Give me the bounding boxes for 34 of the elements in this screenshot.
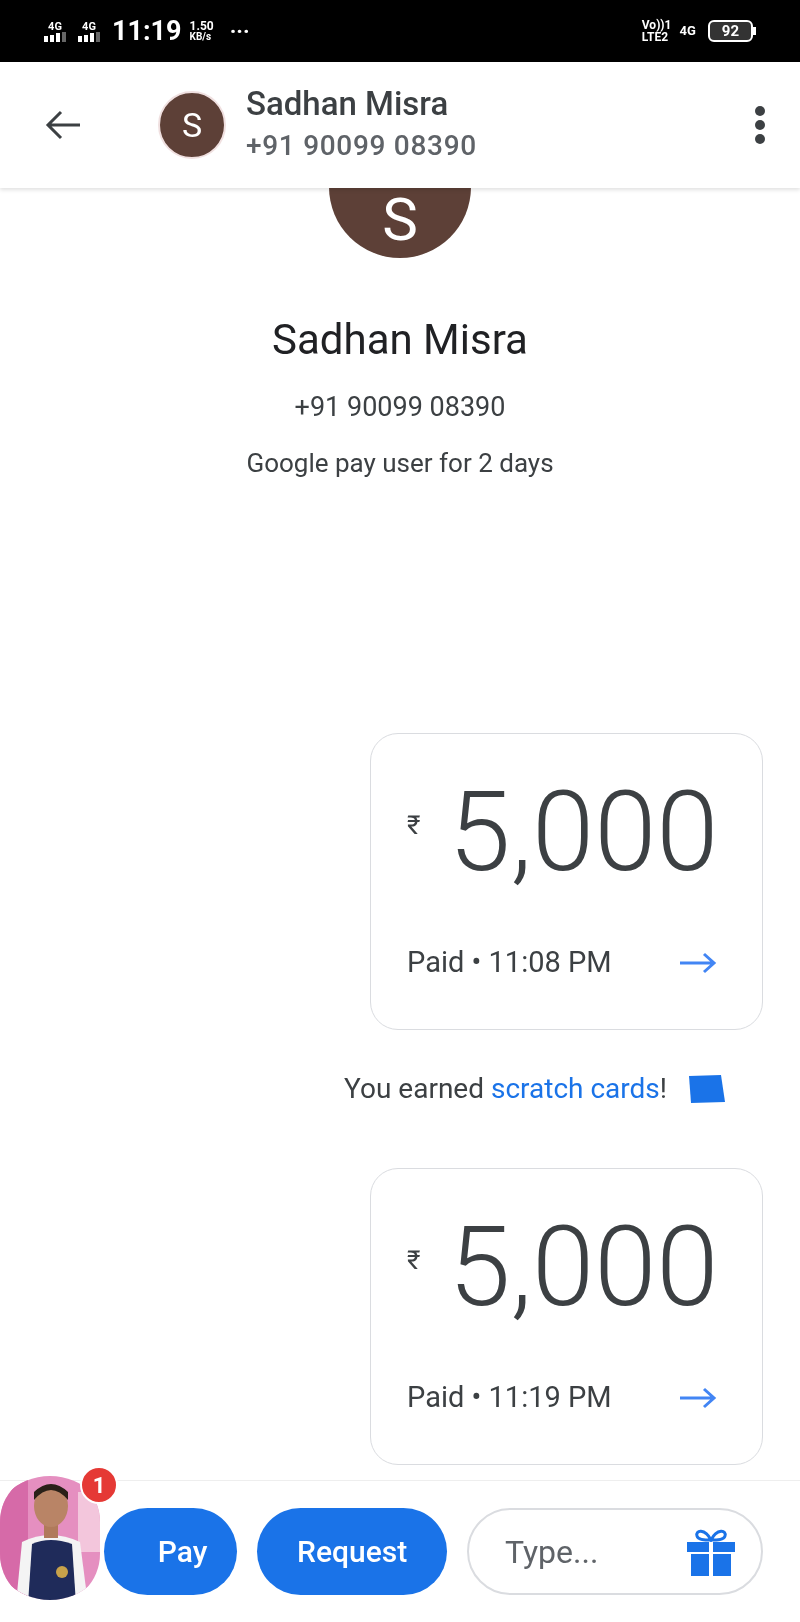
network-label: 4G <box>679 22 696 41</box>
currency-symbol: ₹ <box>407 1243 421 1277</box>
request-button[interactable]: Request <box>257 1508 447 1595</box>
signal-icon <box>44 31 66 42</box>
battery-indicator: 92 <box>707 20 753 42</box>
message-field[interactable]: Type... <box>467 1508 763 1595</box>
network-label: 4G <box>82 20 96 32</box>
pay-button[interactable]: Pay <box>104 1508 238 1595</box>
more-options-icon[interactable] <box>754 106 766 144</box>
volte-label: Vo))1 <box>641 19 672 31</box>
scratch-card-icon[interactable] <box>687 1073 727 1104</box>
payment-status: Paid • 11:19 PM <box>407 1379 612 1416</box>
reward-message: You earned scratch cards! <box>344 1070 667 1107</box>
payment-card[interactable]: ₹ 5,000 Paid • 11:08 PM <box>370 732 763 1030</box>
currency-symbol: ₹ <box>407 808 421 842</box>
back-arrow-icon[interactable] <box>44 109 82 141</box>
payment-status: Paid • 11:08 PM <box>407 944 612 981</box>
contact-avatar: S <box>158 91 226 159</box>
user-since: Google pay user for 2 days <box>246 446 554 480</box>
speed-unit: KB/s <box>189 32 213 42</box>
clock: 11:19 <box>112 13 182 49</box>
arrow-right-icon[interactable] <box>678 950 718 975</box>
notification-badge: 1 <box>80 1466 118 1504</box>
speed-value: 1.50 <box>189 20 214 32</box>
profile-name: Sadhan Misra <box>272 314 528 366</box>
more-notifications: ··· <box>229 17 250 46</box>
signal-icon <box>78 31 100 42</box>
message-input[interactable]: Type... <box>505 1527 685 1576</box>
scratch-cards-link[interactable]: scratch cards <box>490 1071 660 1105</box>
lte-label: LTE2 <box>641 31 669 43</box>
profile-phone: +91 90099 08390 <box>294 390 506 425</box>
payment-card[interactable]: ₹ 5,000 Paid • 11:19 PM <box>370 1167 763 1465</box>
network-label: 4G <box>48 20 62 32</box>
arrow-right-icon[interactable] <box>678 1385 718 1410</box>
